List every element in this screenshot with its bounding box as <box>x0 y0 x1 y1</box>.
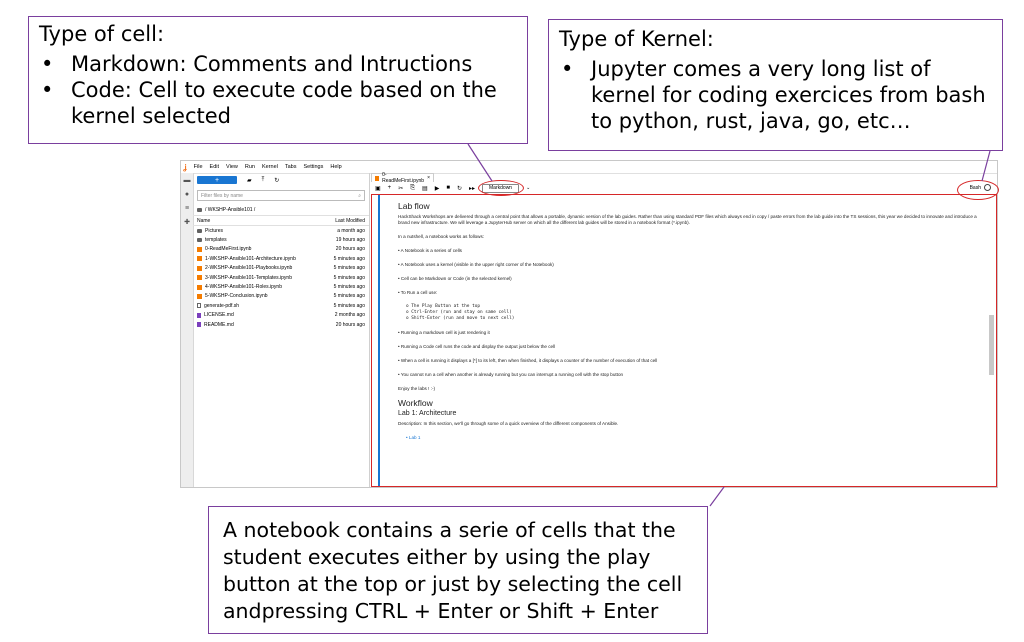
connector-kernel <box>981 150 991 182</box>
connector-cell-type <box>467 143 493 182</box>
callout-notebook: A notebook contains a serie of cells tha… <box>208 506 708 634</box>
callout-text: A notebook contains a serie of cells tha… <box>223 518 683 623</box>
connector-notebook <box>709 486 725 507</box>
